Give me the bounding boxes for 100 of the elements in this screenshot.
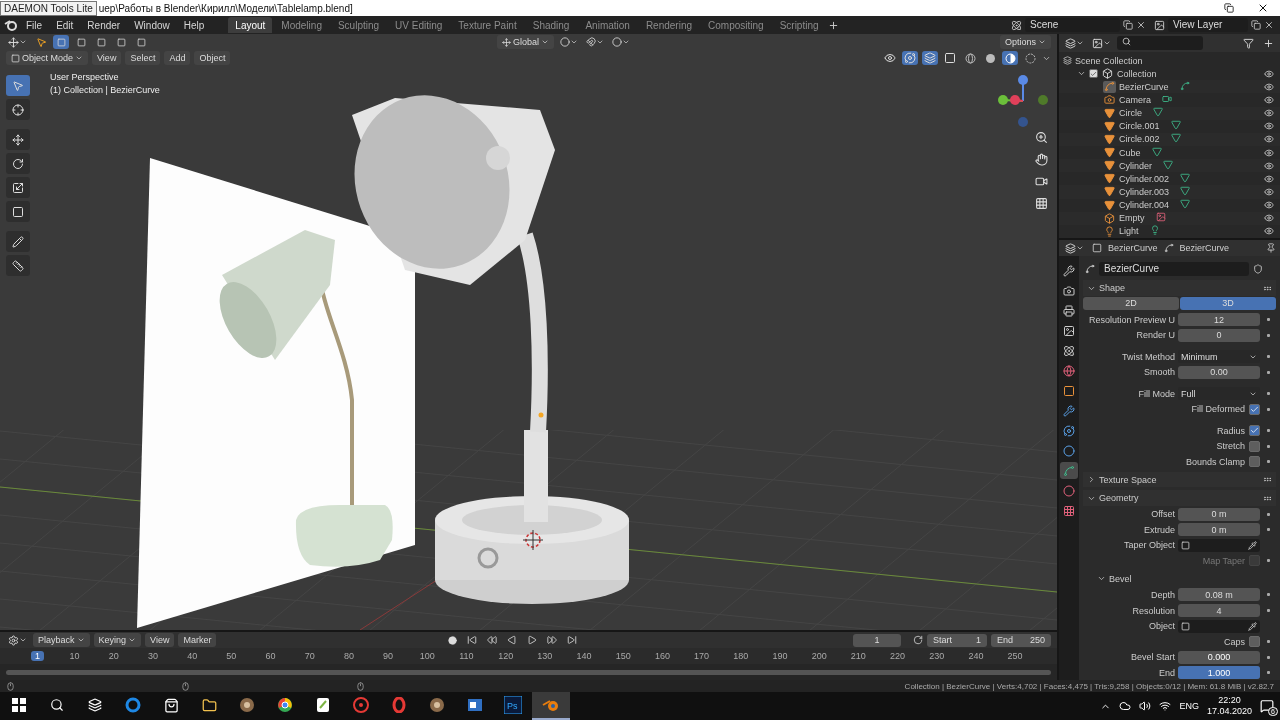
- tooltip: DAEMON Tools Lite: [0, 0, 97, 16]
- frame-number[interactable]: 80: [339, 651, 358, 661]
- outliner-item-name[interactable]: Circle: [1119, 108, 1142, 119]
- checkbox-label: Stretch: [1216, 441, 1245, 452]
- outliner-item-name[interactable]: Collection: [1117, 68, 1157, 79]
- frame-number[interactable]: 110: [455, 651, 478, 661]
- field-label: Resolution Preview U: [1087, 314, 1175, 325]
- outliner-item-name[interactable]: Cylinder.003: [1119, 186, 1170, 197]
- end-frame-field[interactable]: End 250: [991, 633, 1051, 647]
- viewport-menu[interactable]: Select: [125, 51, 161, 65]
- mode-dropdown[interactable]: Object Mode: [6, 51, 89, 65]
- workspace-tab[interactable]: UV Editing: [388, 17, 450, 33]
- workspace-tab[interactable]: Shading: [525, 17, 577, 33]
- workspace-tab[interactable]: Sculpting: [330, 17, 387, 33]
- frame-number[interactable]: 170: [690, 651, 714, 661]
- frame-number[interactable]: 250: [1003, 651, 1027, 661]
- frame-number[interactable]: 200: [807, 651, 831, 661]
- timeline-menu[interactable]: Keying: [93, 633, 142, 647]
- frame-number[interactable]: 50: [222, 651, 241, 661]
- frame-number[interactable]: 70: [300, 651, 319, 661]
- viewport-menu[interactable]: Object: [194, 51, 231, 65]
- menu-item[interactable]: Render: [81, 17, 127, 33]
- start-frame-field[interactable]: Start 1: [927, 633, 987, 647]
- workspace-tab[interactable]: Rendering: [638, 17, 700, 33]
- workspace-tab[interactable]: Texture Paint: [451, 17, 524, 33]
- taskbar-button[interactable]: Ps: [494, 692, 532, 720]
- outliner-item-name[interactable]: Circle.001: [1119, 121, 1160, 132]
- viewport-menu[interactable]: View: [92, 51, 122, 65]
- workspace-tab[interactable]: Modeling: [274, 17, 329, 33]
- outliner-item-name[interactable]: BezierCurve: [1119, 81, 1169, 92]
- workspace-tab[interactable]: Animation: [578, 17, 637, 33]
- frame-number[interactable]: 120: [494, 651, 518, 661]
- dropdown[interactable]: Full: [1178, 387, 1260, 401]
- toggle-option[interactable]: 2D: [1083, 296, 1179, 310]
- frame-number[interactable]: 140: [572, 651, 596, 661]
- menu-item[interactable]: File: [20, 17, 49, 33]
- slider-field[interactable]: 0.000: [1178, 650, 1260, 664]
- number-field[interactable]: 0 m: [1178, 523, 1260, 537]
- field-label: Render U: [1135, 330, 1175, 341]
- frame-number[interactable]: 220: [886, 651, 910, 661]
- menu-item[interactable]: Help: [177, 17, 211, 33]
- outliner-item-name[interactable]: Light: [1119, 226, 1139, 237]
- view-layer-field[interactable]: View Layer: [1168, 18, 1248, 32]
- menu-item[interactable]: Edit: [50, 17, 80, 33]
- slider-field[interactable]: 1.000: [1178, 666, 1260, 680]
- outliner-item-name[interactable]: Scene Collection: [1075, 55, 1143, 66]
- workspace-tab[interactable]: Compositing: [701, 17, 771, 33]
- frame-number[interactable]: 10: [65, 651, 84, 661]
- viewport-menu[interactable]: Add: [164, 51, 191, 65]
- frame-number[interactable]: 150: [611, 651, 635, 661]
- frame-number[interactable]: 60: [261, 651, 280, 661]
- timeline-menu[interactable]: Marker: [178, 633, 217, 647]
- toggle-option[interactable]: 3D: [1180, 296, 1276, 310]
- orientation-dropdown[interactable]: Global: [497, 35, 554, 49]
- frame-number[interactable]: 30: [143, 651, 162, 661]
- outliner-item-name[interactable]: Camera: [1119, 95, 1151, 105]
- frame-number[interactable]: 1: [31, 651, 44, 661]
- frame-number[interactable]: 100: [415, 651, 439, 661]
- window-title: uep\Работы в Blender\Кирилл\Модели\Tablelamp.blend]: [98, 2, 353, 14]
- clock[interactable]: 22:20 17.04.2020: [1206, 695, 1252, 717]
- outliner-item-name[interactable]: Cylinder.004: [1119, 200, 1170, 211]
- timeline-menu[interactable]: Playback: [33, 633, 90, 647]
- number-field[interactable]: 0 m: [1178, 507, 1260, 521]
- outliner-item-name[interactable]: Cube: [1119, 147, 1141, 158]
- timeline-menu[interactable]: View: [145, 633, 175, 647]
- datablock-field[interactable]: BezierCurve: [1099, 261, 1249, 276]
- object-name: BezierCurve: [1108, 243, 1158, 253]
- outliner-item-name[interactable]: Cylinder: [1119, 160, 1152, 171]
- outliner-item-name[interactable]: Circle.002: [1119, 134, 1160, 145]
- current-frame-field[interactable]: 1: [853, 633, 901, 647]
- frame-number[interactable]: 210: [846, 651, 870, 661]
- menu-item[interactable]: Window: [128, 17, 176, 33]
- frame-number[interactable]: 40: [183, 651, 202, 661]
- language-indicator[interactable]: ENG: [1179, 701, 1199, 711]
- number-field[interactable]: 0: [1178, 328, 1260, 342]
- frame-number[interactable]: 20: [104, 651, 123, 661]
- frame-number[interactable]: 180: [729, 651, 753, 661]
- workspace-tab[interactable]: Scripting: [772, 17, 826, 33]
- panel-header[interactable]: Texture Space: [1083, 471, 1276, 488]
- frame-number[interactable]: 130: [533, 651, 557, 661]
- frame-number[interactable]: 230: [925, 651, 949, 661]
- number-field[interactable]: 4: [1178, 604, 1260, 617]
- options-button[interactable]: Options: [999, 35, 1051, 49]
- number-field[interactable]: 12: [1178, 313, 1260, 327]
- panel-header[interactable]: Geometry: [1083, 490, 1276, 506]
- workspace-tab[interactable]: Layout: [228, 17, 273, 33]
- frame-number[interactable]: 190: [768, 651, 792, 661]
- number-field[interactable]: 0.08 m: [1178, 588, 1260, 602]
- outliner-item-name[interactable]: Cylinder.002: [1119, 173, 1170, 184]
- frame-number[interactable]: 90: [379, 651, 398, 661]
- field-label: Object: [1148, 621, 1175, 632]
- field-label: Bevel Start: [1129, 652, 1175, 663]
- frame-number[interactable]: 240: [964, 651, 988, 661]
- checkbox-label: Radius: [1217, 425, 1245, 436]
- frame-number[interactable]: 160: [650, 651, 674, 661]
- number-field[interactable]: 0.00: [1178, 365, 1260, 379]
- outliner-item-name[interactable]: Empty: [1119, 213, 1145, 224]
- dropdown[interactable]: Minimum: [1178, 350, 1260, 364]
- panel-header[interactable]: Shape: [1083, 280, 1276, 296]
- scene-field[interactable]: Scene: [1025, 18, 1120, 32]
